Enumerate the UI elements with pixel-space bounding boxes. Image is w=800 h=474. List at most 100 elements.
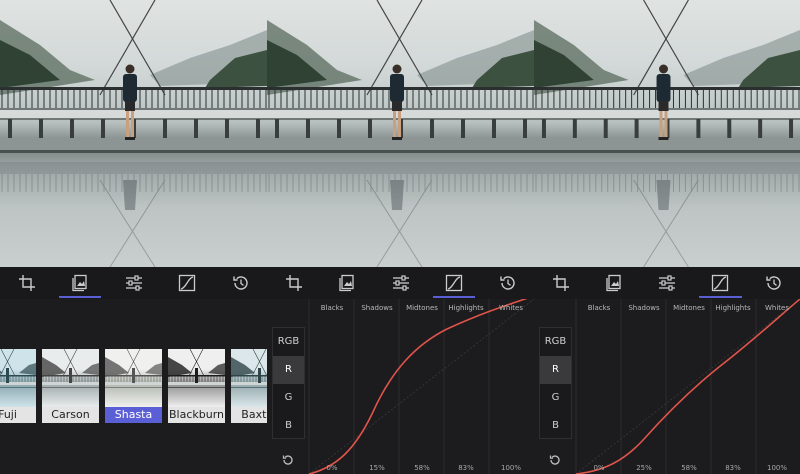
tool-history[interactable] — [481, 267, 534, 299]
zone-label: Highlights — [715, 304, 751, 312]
editor-panel-curves: Blacks Shadows Midtones Highlights White… — [267, 0, 534, 474]
filter-thumbnail — [42, 349, 99, 407]
tool-adjust[interactable] — [374, 267, 427, 299]
tool-adjust[interactable] — [107, 267, 160, 299]
filter-item-selected[interactable]: Shasta — [105, 349, 162, 423]
percent-label: 58% — [414, 464, 430, 472]
curves-editor[interactable]: Blacks Shadows Midtones Highlights White… — [267, 299, 534, 474]
channel-selector: RGB R G B — [272, 327, 305, 439]
zone-label: Midtones — [406, 304, 438, 312]
filter-thumbnail — [0, 349, 36, 407]
editor-panel-filters: Fuji Carson Shasta Blackburn Baxt — [0, 0, 267, 474]
curves-icon — [712, 274, 729, 292]
channel-b[interactable]: B — [273, 412, 304, 440]
filter-label: Baxter — [231, 407, 267, 423]
adjust-sliders-icon — [125, 275, 142, 291]
curve-baseline — [308, 299, 534, 474]
photo-scene — [0, 0, 267, 267]
zone-label: Shadows — [361, 304, 393, 312]
curves-icon — [445, 274, 463, 292]
zone-label: Highlights — [448, 304, 484, 312]
percent-label: 0% — [593, 464, 605, 472]
photo-preview — [0, 0, 267, 267]
tool-crop[interactable] — [534, 267, 587, 299]
tool-bar — [0, 267, 267, 299]
filters-icon — [72, 274, 87, 292]
channel-b[interactable]: B — [540, 412, 571, 440]
filters-icon — [606, 274, 621, 292]
crop-icon — [285, 275, 302, 291]
zone-label: Whites — [498, 304, 524, 312]
thumbnail-scene — [231, 349, 267, 388]
filter-label: Carson — [42, 407, 99, 423]
tool-filters[interactable] — [587, 267, 640, 299]
filter-item[interactable]: Carson — [42, 349, 99, 423]
percent-label: 83% — [458, 464, 474, 472]
red-channel-curve[interactable] — [308, 299, 534, 474]
curves-editor[interactable]: Blacks Shadows Midtones Highlights White… — [534, 299, 800, 474]
tool-curves[interactable] — [427, 267, 480, 299]
percent-label: 15% — [369, 464, 385, 472]
percent-label: 58% — [681, 464, 697, 472]
percent-label: 25% — [636, 464, 652, 472]
crop-icon — [18, 275, 35, 291]
curve-baseline — [575, 299, 800, 474]
channel-r[interactable]: R — [273, 356, 304, 384]
filter-thumbnail — [168, 349, 225, 407]
zone-label: Shadows — [628, 304, 660, 312]
thumbnail-scene — [0, 349, 36, 388]
tool-history[interactable] — [214, 267, 267, 299]
adjust-sliders-icon — [392, 275, 409, 291]
history-icon — [500, 276, 516, 290]
tool-bar — [267, 267, 534, 299]
percent-label: 100% — [766, 464, 788, 472]
tool-curves[interactable] — [160, 267, 213, 299]
reset-icon[interactable] — [548, 452, 562, 466]
history-icon — [233, 276, 249, 290]
channel-g[interactable]: G — [273, 384, 304, 412]
channel-rgb[interactable]: RGB — [540, 328, 571, 356]
zone-label: Blacks — [320, 304, 344, 312]
filter-strip: Fuji Carson Shasta Blackburn Baxt — [0, 349, 267, 423]
filter-thumbnail — [105, 349, 162, 407]
editor-panel-curves: Blacks Shadows Midtones Highlights White… — [534, 0, 800, 474]
photo-preview — [534, 0, 800, 267]
zone-label: Blacks — [587, 304, 611, 312]
tool-filters[interactable] — [320, 267, 373, 299]
tool-history[interactable] — [747, 267, 800, 299]
thumbnail-scene — [42, 349, 99, 388]
thumbnail-scene — [168, 349, 225, 388]
channel-g[interactable]: G — [540, 384, 571, 412]
curve-graph[interactable] — [534, 299, 800, 474]
adjust-sliders-icon — [659, 275, 675, 291]
filters-icon — [339, 274, 354, 292]
zone-label: Whites — [764, 304, 790, 312]
thumbnail-scene — [105, 349, 162, 388]
percent-label: 83% — [725, 464, 741, 472]
photo-scene — [267, 0, 534, 267]
tool-adjust[interactable] — [640, 267, 693, 299]
tool-filters[interactable] — [53, 267, 106, 299]
percent-label: 100% — [500, 464, 522, 472]
filter-label: Blackburn — [168, 407, 225, 423]
photo-preview — [267, 0, 534, 267]
filter-thumbnail — [231, 349, 267, 407]
filter-item[interactable]: Blackburn — [168, 349, 225, 423]
channel-selector: RGB R G B — [539, 327, 572, 439]
channel-r[interactable]: R — [540, 356, 571, 384]
tool-crop[interactable] — [267, 267, 320, 299]
reset-icon[interactable] — [281, 452, 295, 466]
filter-label: Fuji — [0, 407, 36, 423]
zone-label: Midtones — [673, 304, 705, 312]
curve-graph[interactable] — [267, 299, 534, 474]
filter-item[interactable]: Baxter — [231, 349, 267, 423]
tool-curves[interactable] — [694, 267, 747, 299]
tool-crop[interactable] — [0, 267, 53, 299]
filter-label: Shasta — [105, 407, 162, 423]
history-icon — [766, 276, 782, 290]
crop-icon — [552, 275, 569, 291]
photo-scene — [534, 0, 800, 267]
filter-item[interactable]: Fuji — [0, 349, 36, 423]
channel-rgb[interactable]: RGB — [273, 328, 304, 356]
curves-icon — [178, 274, 196, 292]
